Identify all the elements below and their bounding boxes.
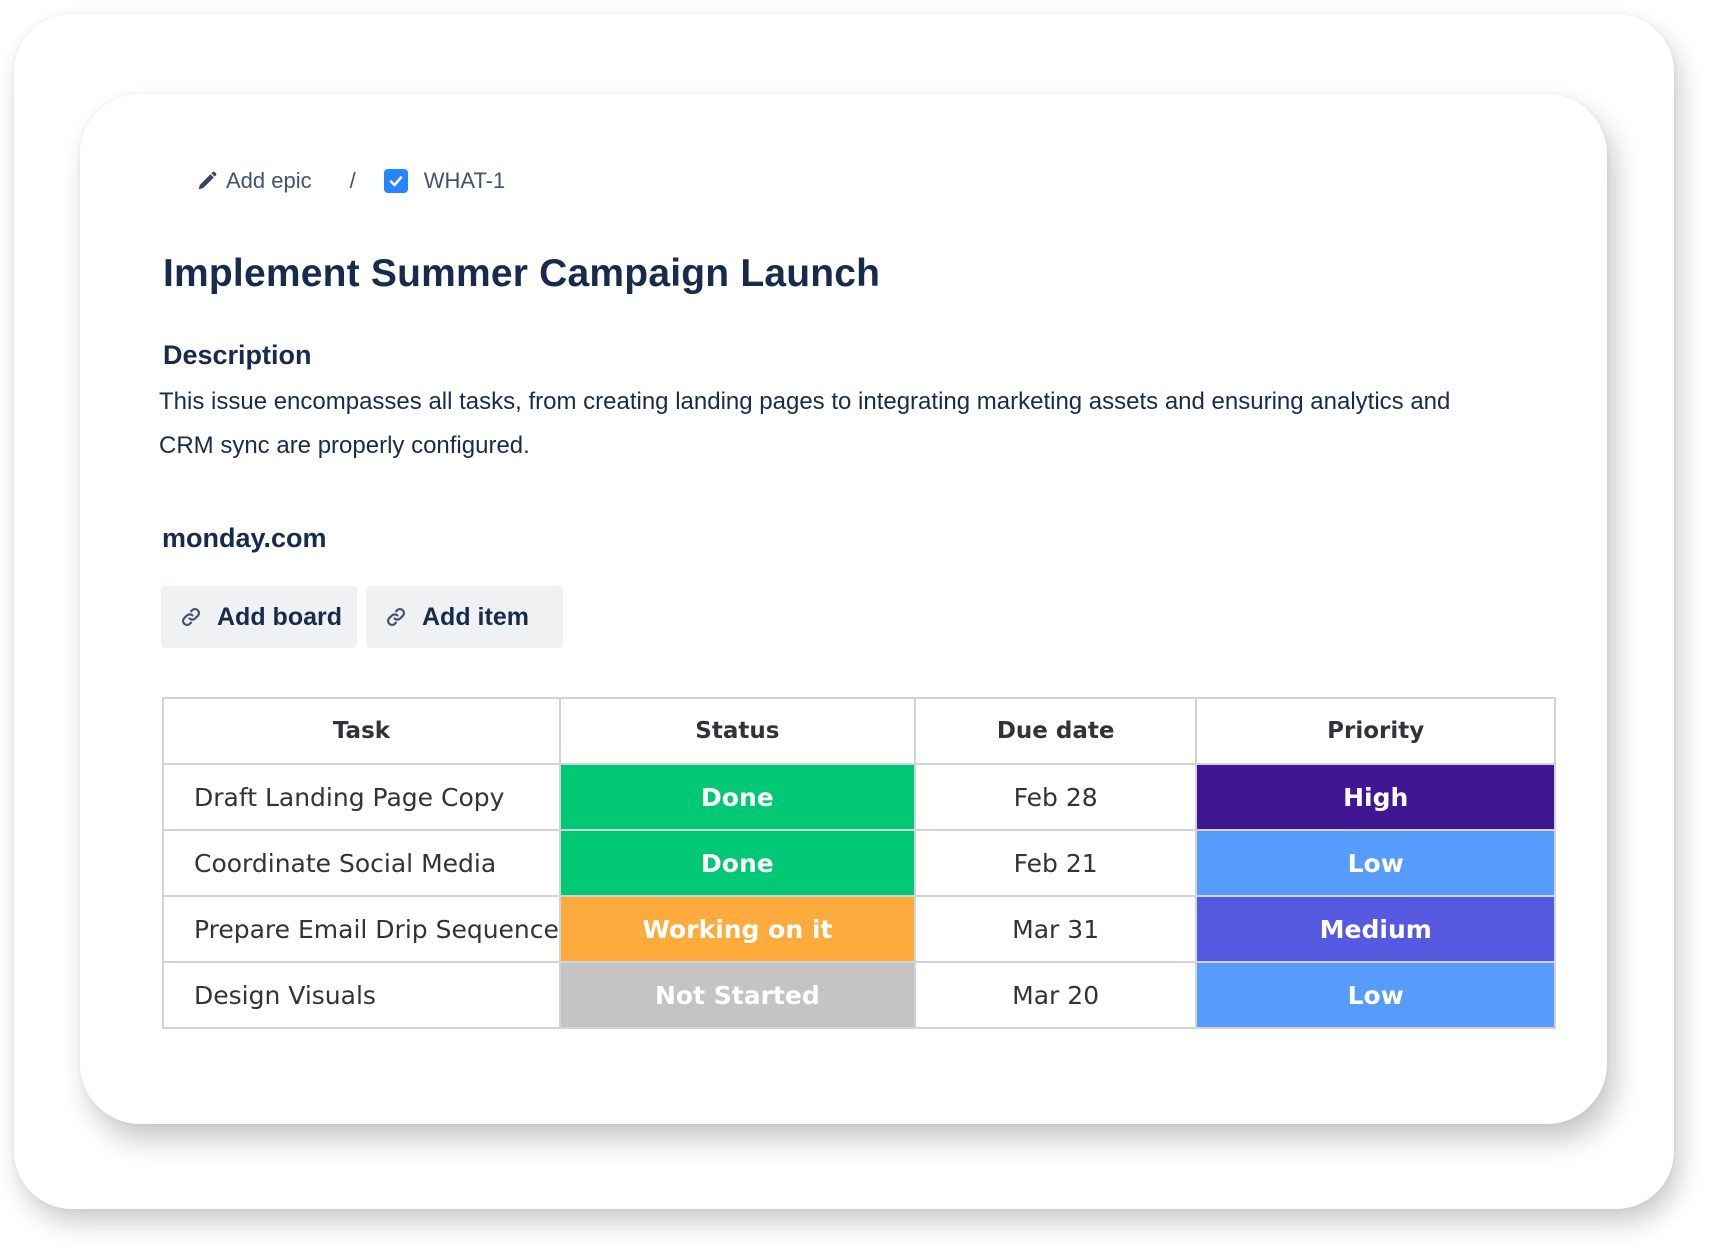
table-row: Draft Landing Page Copy Done Feb 28 High <box>162 763 1556 831</box>
monday-items-table: Task Status Due date Priority Draft Land… <box>162 697 1556 1029</box>
add-epic-label: Add epic <box>226 168 312 193</box>
table-row: Prepare Email Drip Sequence Working on i… <box>162 895 1556 963</box>
priority-cell[interactable]: Medium <box>1195 895 1556 963</box>
issue-key-link[interactable]: WHAT-1 <box>383 168 506 194</box>
column-header-task: Task <box>162 697 561 765</box>
task-cell[interactable]: Coordinate Social Media <box>162 829 561 897</box>
task-cell[interactable]: Design Visuals <box>162 961 561 1029</box>
issue-key: WHAT-1 <box>423 168 506 193</box>
add-item-button[interactable]: Add item <box>366 586 563 648</box>
status-cell[interactable]: Done <box>558 763 916 831</box>
breadcrumb-separator: / <box>349 168 356 193</box>
pencil-icon <box>198 171 217 190</box>
breadcrumb: Add epic / WHAT-1 <box>196 168 505 194</box>
link-icon <box>387 608 405 626</box>
add-board-label: Add board <box>217 602 342 631</box>
table-row: Design Visuals Not Started Mar 20 Low <box>162 961 1556 1029</box>
task-cell[interactable]: Draft Landing Page Copy <box>162 763 561 831</box>
table-header-row: Task Status Due date Priority <box>162 697 1556 765</box>
priority-cell[interactable]: Low <box>1195 829 1556 897</box>
monday-heading: monday.com <box>162 523 327 553</box>
link-icon <box>182 608 200 626</box>
task-cell[interactable]: Prepare Email Drip Sequence <box>162 895 561 963</box>
due-date-cell[interactable]: Feb 28 <box>913 763 1198 831</box>
add-epic-link[interactable]: Add epic <box>196 168 312 194</box>
page-title: Implement Summer Campaign Launch <box>163 252 881 295</box>
description-text[interactable]: This issue encompasses all tasks, from c… <box>159 380 1459 468</box>
table-row: Coordinate Social Media Done Feb 21 Low <box>162 829 1556 897</box>
status-cell[interactable]: Done <box>558 829 916 897</box>
priority-cell[interactable]: Low <box>1195 961 1556 1029</box>
checkbox-icon <box>383 169 408 193</box>
due-date-cell[interactable]: Mar 31 <box>913 895 1198 963</box>
add-board-button[interactable]: Add board <box>161 586 357 648</box>
add-item-label: Add item <box>422 602 529 631</box>
description-heading: Description <box>163 340 312 370</box>
due-date-cell[interactable]: Mar 20 <box>913 961 1198 1029</box>
status-cell[interactable]: Working on it <box>558 895 916 963</box>
due-date-cell[interactable]: Feb 21 <box>913 829 1198 897</box>
column-header-priority: Priority <box>1195 697 1556 765</box>
column-header-due-date: Due date <box>913 697 1198 765</box>
priority-cell[interactable]: High <box>1195 763 1556 831</box>
column-header-status: Status <box>558 697 916 765</box>
status-cell[interactable]: Not Started <box>558 961 916 1029</box>
